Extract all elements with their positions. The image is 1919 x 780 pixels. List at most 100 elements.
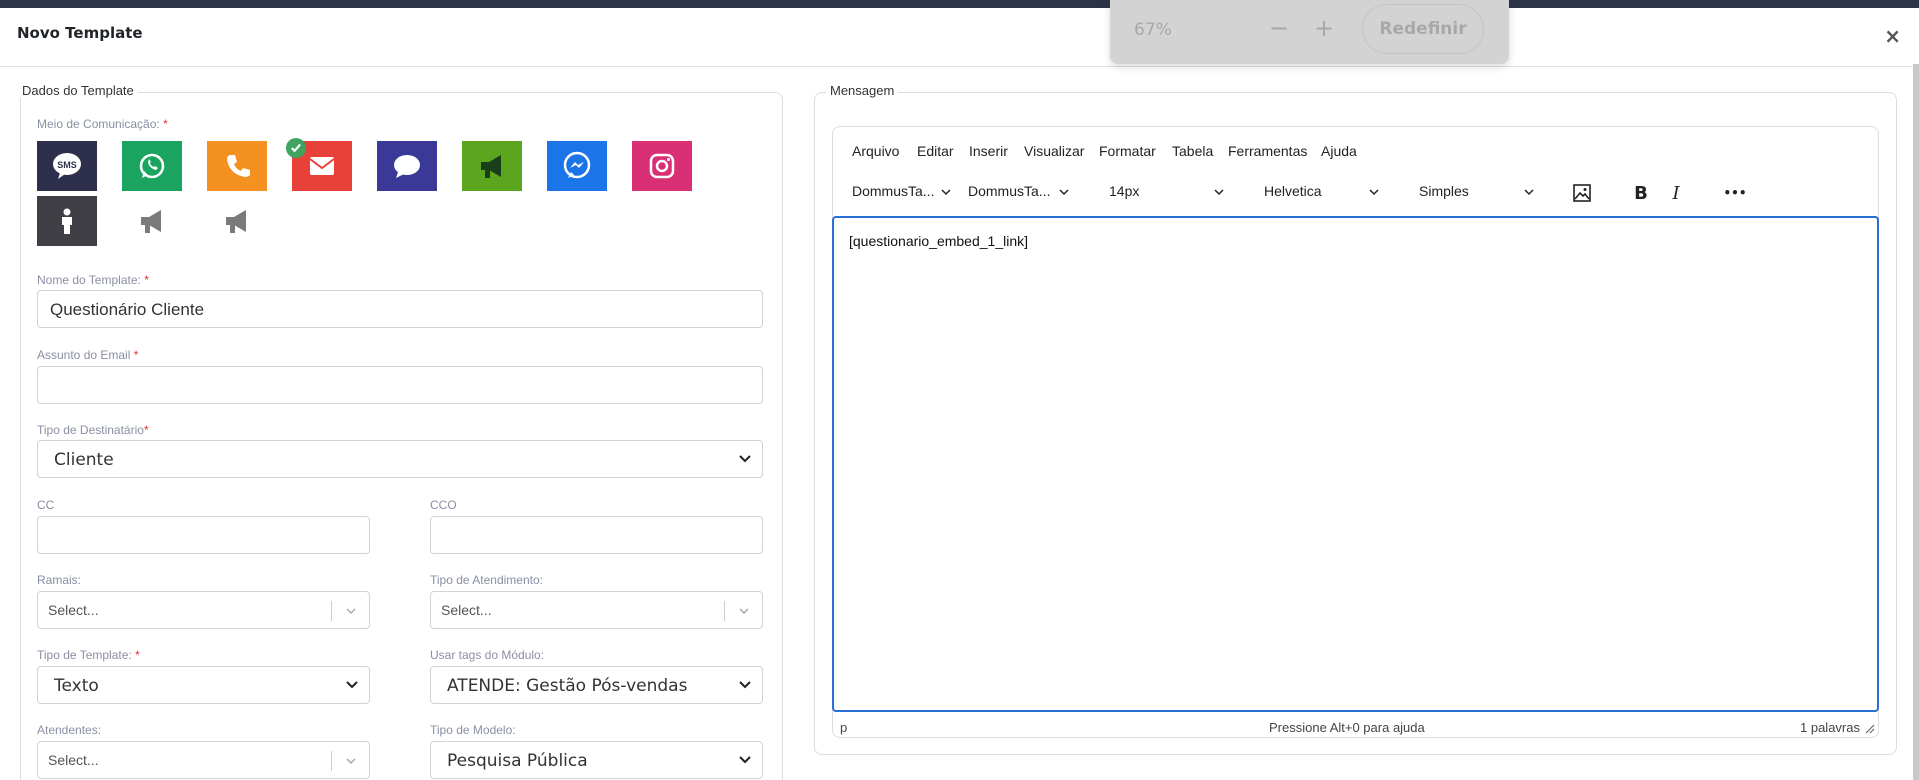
italic-button[interactable]: I bbox=[1663, 180, 1689, 206]
attendants-select[interactable]: Select... bbox=[37, 741, 370, 779]
toolbar-dropdown-1[interactable]: DommusTa... bbox=[852, 183, 952, 205]
chevron-down-icon bbox=[739, 455, 751, 463]
recipient-type-select[interactable]: Cliente bbox=[37, 440, 763, 478]
menu-arquivo[interactable]: Arquivo bbox=[852, 143, 899, 159]
ramais-placeholder: Select... bbox=[48, 602, 99, 618]
module-tags-label: Usar tags do Módulo: bbox=[430, 648, 545, 662]
phone-icon bbox=[227, 155, 250, 177]
channel-chat[interactable] bbox=[377, 141, 437, 191]
template-name-label: Nome do Template: * bbox=[37, 273, 149, 287]
cco-input[interactable] bbox=[430, 516, 763, 554]
attendants-label: Atendentes: bbox=[37, 723, 102, 737]
template-type-value: Texto bbox=[54, 676, 99, 696]
editor-content-area[interactable]: [questionario_embed_1_link] bbox=[832, 216, 1879, 712]
chevron-down-icon bbox=[739, 756, 751, 764]
service-type-label: Tipo de Atendimento: bbox=[430, 573, 543, 587]
chevron-down-icon bbox=[941, 189, 951, 196]
recipient-type-value: Cliente bbox=[54, 450, 114, 470]
whatsapp-icon bbox=[139, 153, 165, 179]
email-icon bbox=[309, 157, 335, 175]
menu-ajuda[interactable]: Ajuda bbox=[1321, 143, 1357, 159]
status-help: Pressione Alt+0 para ajuda bbox=[1269, 720, 1425, 735]
font-family-dropdown[interactable]: Helvetica bbox=[1264, 183, 1380, 205]
instagram-icon bbox=[649, 153, 675, 179]
toolbar-dropdown-2[interactable]: DommusTa... bbox=[968, 183, 1070, 205]
zoom-in-button[interactable]: + bbox=[1310, 14, 1338, 42]
channel-megaphone[interactable] bbox=[462, 141, 522, 191]
zoom-toolbar: 67% − + Redefinir bbox=[1110, 0, 1509, 64]
chevron-down-icon bbox=[346, 758, 356, 765]
zoom-reset-button[interactable]: Redefinir bbox=[1362, 4, 1484, 54]
template-data-legend: Dados do Template bbox=[18, 83, 138, 98]
select-separator bbox=[331, 751, 332, 771]
more-button[interactable]: ••• bbox=[1722, 180, 1748, 206]
model-type-value: Pesquisa Pública bbox=[447, 751, 588, 771]
model-type-select[interactable]: Pesquisa Pública bbox=[430, 741, 763, 779]
chevron-down-icon bbox=[1214, 189, 1224, 196]
menu-tabela[interactable]: Tabela bbox=[1172, 143, 1213, 159]
megaphone-icon bbox=[481, 155, 501, 178]
modal-header: Novo Template × bbox=[0, 8, 1919, 67]
cc-input[interactable] bbox=[37, 516, 370, 554]
chevron-down-icon bbox=[1059, 189, 1069, 196]
channel-phone[interactable] bbox=[207, 141, 267, 191]
chevron-down-icon bbox=[346, 608, 356, 615]
editor-content[interactable]: [questionario_embed_1_link] bbox=[849, 233, 1028, 249]
attendants-placeholder: Select... bbox=[48, 752, 99, 768]
background-strip bbox=[0, 0, 1919, 8]
menu-visualizar[interactable]: Visualizar bbox=[1024, 143, 1084, 159]
cco-label: CCO bbox=[430, 498, 457, 512]
channel-person[interactable] bbox=[37, 196, 97, 246]
chevron-down-icon bbox=[346, 681, 358, 689]
font-size-dropdown[interactable]: 14px bbox=[1109, 183, 1225, 205]
chevron-down-icon bbox=[1524, 189, 1534, 196]
channel-messenger[interactable] bbox=[547, 141, 607, 191]
subject-input[interactable] bbox=[37, 366, 763, 404]
image-icon bbox=[1573, 184, 1591, 202]
template-name-input[interactable]: Questionário Cliente bbox=[37, 290, 763, 328]
insert-image-button[interactable] bbox=[1569, 180, 1595, 206]
chat-icon bbox=[394, 155, 420, 178]
person-icon bbox=[62, 208, 72, 234]
ramais-select[interactable]: Select... bbox=[37, 591, 370, 629]
module-tags-value: ATENDE: Gestão Pós-vendas bbox=[447, 676, 688, 696]
recipient-type-label: Tipo de Destinatário* bbox=[37, 423, 149, 437]
service-type-select[interactable]: Select... bbox=[430, 591, 763, 629]
select-separator bbox=[331, 601, 332, 621]
megaphone-gray-icon bbox=[226, 210, 246, 233]
svg-text:SMS: SMS bbox=[57, 160, 77, 170]
megaphone-gray-icon bbox=[141, 210, 161, 233]
service-type-placeholder: Select... bbox=[441, 602, 492, 618]
scrollbar[interactable] bbox=[1913, 64, 1919, 780]
chevron-down-icon bbox=[1369, 189, 1379, 196]
model-type-label: Tipo de Modelo: bbox=[430, 723, 516, 737]
channel-whatsapp[interactable] bbox=[122, 141, 182, 191]
messenger-icon bbox=[563, 151, 591, 179]
resize-handle-icon[interactable] bbox=[1865, 724, 1875, 734]
channel-megaphone-gray[interactable] bbox=[122, 196, 182, 246]
channel-megaphone-gray-2[interactable] bbox=[207, 196, 267, 246]
status-element-path: p bbox=[840, 720, 848, 735]
sms-icon: SMS bbox=[53, 153, 81, 179]
channels-label: Meio de Comunicação: * bbox=[37, 117, 168, 131]
bold-button[interactable]: B bbox=[1628, 180, 1654, 206]
block-style-dropdown[interactable]: Simples bbox=[1419, 183, 1535, 205]
channel-sms[interactable]: SMS bbox=[37, 141, 97, 191]
ramais-label: Ramais: bbox=[37, 573, 82, 587]
module-tags-select[interactable]: ATENDE: Gestão Pós-vendas bbox=[430, 666, 763, 704]
menu-inserir[interactable]: Inserir bbox=[969, 143, 1008, 159]
template-type-select[interactable]: Texto bbox=[37, 666, 370, 704]
channel-instagram[interactable] bbox=[632, 141, 692, 191]
modal-title: Novo Template bbox=[17, 24, 143, 42]
template-type-label: Tipo de Template: * bbox=[37, 648, 140, 662]
close-icon[interactable]: × bbox=[1884, 24, 1901, 48]
menu-editar[interactable]: Editar bbox=[917, 143, 954, 159]
status-word-count: 1 palavras bbox=[1800, 720, 1860, 735]
message-legend: Mensagem bbox=[826, 83, 899, 98]
menu-formatar[interactable]: Formatar bbox=[1099, 143, 1156, 159]
zoom-out-button[interactable]: − bbox=[1265, 14, 1293, 42]
menu-ferramentas[interactable]: Ferramentas bbox=[1228, 143, 1307, 159]
cc-label: CC bbox=[37, 498, 55, 512]
subject-label: Assunto do Email * bbox=[37, 348, 139, 362]
select-separator bbox=[724, 601, 725, 621]
